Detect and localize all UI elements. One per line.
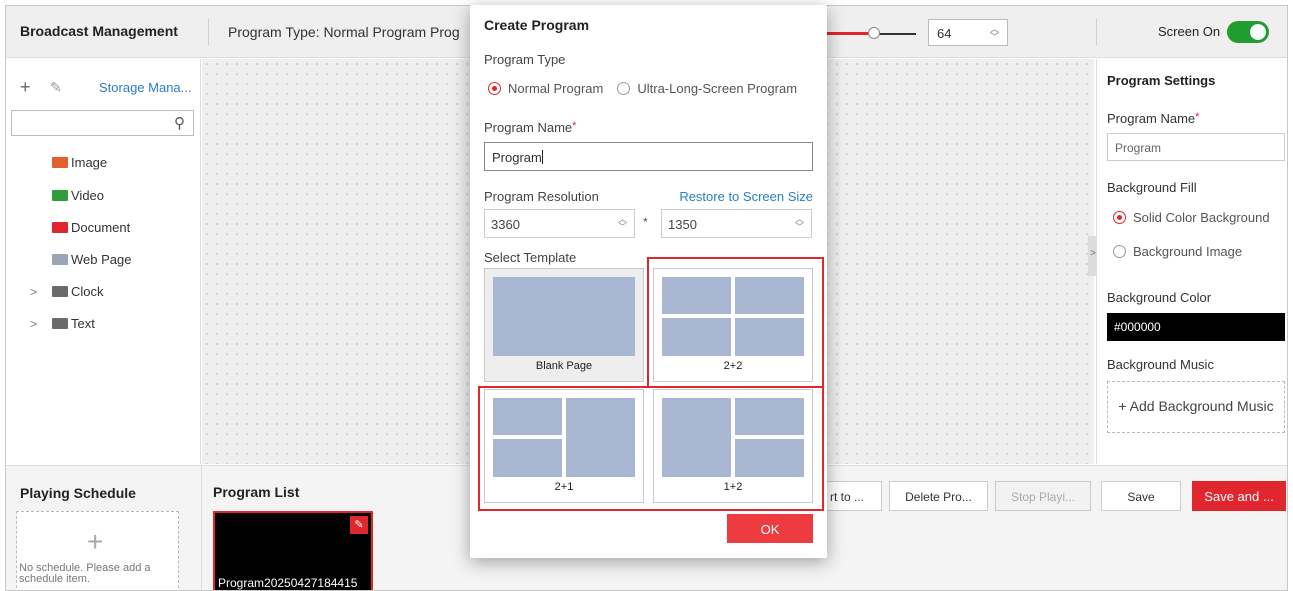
program-name-field[interactable]: Program: [1107, 133, 1285, 161]
divider: [201, 466, 202, 590]
web-page-icon: [52, 254, 68, 265]
template-cell: [493, 277, 635, 356]
highlight-box: [478, 386, 824, 511]
add-icon[interactable]: + ✎: [20, 77, 62, 98]
radio-checked-icon: [1113, 211, 1126, 224]
clock-icon: [52, 286, 68, 297]
background-fill-label: Background Fill: [1107, 180, 1197, 195]
sidebar-item-web-page[interactable]: Web Page: [52, 252, 131, 267]
program-type-label: Program Type: [484, 52, 566, 67]
ultra-long-program-radio[interactable]: [617, 82, 631, 95]
template-blank-page[interactable]: Blank Page: [484, 268, 644, 382]
background-color-label: Background Color: [1107, 290, 1212, 305]
program-list-title: Program List: [213, 484, 300, 500]
document-icon: [52, 222, 68, 233]
divider: [208, 18, 209, 46]
highlight-box: [647, 257, 824, 388]
chevron-right-icon[interactable]: >: [30, 317, 37, 331]
add-schedule-box[interactable]: + No schedule. Please add a schedule ite…: [16, 511, 179, 590]
select-template-label: Select Template: [484, 250, 577, 265]
height-stepper-icon[interactable]: ︿ ﹀: [795, 215, 804, 232]
volume-slider-handle[interactable]: [868, 27, 880, 39]
normal-program-radio[interactable]: [488, 82, 501, 95]
ok-button[interactable]: OK: [727, 514, 813, 543]
program-type-radio-group: Normal Program Ultra-Long-Screen Program: [488, 81, 797, 96]
program-thumbnail[interactable]: ✎ Program20250427184415: [213, 511, 373, 590]
plus-icon: +: [87, 526, 104, 557]
image-icon: [52, 157, 68, 168]
radio-label: Background Image: [1133, 244, 1243, 259]
playing-schedule-title: Playing Schedule: [20, 485, 136, 501]
settings-title: Program Settings: [1107, 73, 1216, 88]
sidebar-item-image[interactable]: Image: [52, 155, 107, 170]
volume-value: 64: [937, 26, 952, 41]
background-image-radio[interactable]: Background Image: [1113, 244, 1242, 259]
material-search-input[interactable]: ⚲: [11, 110, 194, 136]
video-icon: [52, 190, 68, 201]
page-title: Broadcast Management: [20, 23, 178, 39]
program-settings-panel: Program Settings Program Name* Program B…: [1096, 59, 1287, 464]
sidebar-item-label: Text: [71, 316, 95, 331]
program-type-text: Program Type: Normal Program Prog: [228, 24, 460, 40]
chevron-right-icon[interactable]: >: [30, 285, 37, 299]
sidebar-item-label: Clock: [71, 284, 104, 299]
add-background-music-button[interactable]: + Add Background Music: [1107, 381, 1285, 433]
program-thumbnail-name: Program20250427184415: [218, 576, 358, 590]
solid-color-radio[interactable]: Solid Color Background: [1113, 210, 1270, 225]
resolution-height-input[interactable]: 1350 ︿ ﹀: [661, 209, 812, 238]
width-value: 3360: [491, 217, 520, 232]
text-icon: [52, 318, 68, 329]
resolution-width-input[interactable]: 3360 ︿ ﹀: [484, 209, 635, 238]
template-label: Blank Page: [535, 360, 593, 372]
sidebar-item-clock[interactable]: Clock: [52, 284, 104, 299]
schedule-empty-text: No schedule. Please add a schedule item.: [19, 562, 151, 585]
resolution-separator: *: [643, 215, 648, 229]
sidebar-item-label: Web Page: [71, 252, 132, 267]
storage-management-link[interactable]: Storage Mana...: [99, 80, 192, 95]
edit-icon[interactable]: ✎: [350, 516, 368, 534]
save-and-button[interactable]: Save and ...: [1192, 481, 1286, 511]
search-icon[interactable]: ⚲: [174, 114, 185, 132]
dialog-title: Create Program: [484, 17, 590, 33]
width-stepper-icon[interactable]: ︿ ﹀: [618, 215, 627, 232]
material-sidebar: + ✎ Storage Mana... ⚲ Image Video Docume…: [6, 59, 201, 464]
program-name-label: Program Name*: [484, 120, 577, 135]
divider: [1096, 18, 1097, 46]
height-value: 1350: [668, 217, 697, 232]
radio-label: Solid Color Background: [1133, 210, 1270, 225]
restore-screen-size-link[interactable]: Restore to Screen Size: [679, 189, 813, 204]
stop-playing-button[interactable]: Stop Playi...: [995, 481, 1091, 511]
screen-on-toggle[interactable]: [1227, 21, 1269, 43]
radio-unchecked-icon: [1113, 245, 1126, 258]
sidebar-item-text[interactable]: Text: [52, 316, 95, 331]
edit-icon[interactable]: ✎: [50, 79, 62, 96]
sidebar-item-document[interactable]: Document: [52, 220, 130, 235]
volume-input[interactable]: 64 ︿ ﹀: [928, 19, 1008, 46]
program-name-value: Program: [492, 150, 542, 165]
program-name-label: Program Name*: [1107, 111, 1200, 126]
sidebar-item-label: Document: [71, 220, 131, 235]
background-color-field[interactable]: #000000: [1107, 313, 1285, 341]
sidebar-item-label: Image: [71, 155, 108, 170]
background-music-label: Background Music: [1107, 357, 1214, 372]
program-name-input[interactable]: Program: [484, 142, 813, 171]
screen-on-label: Screen On: [1158, 24, 1221, 39]
sidebar-item-video[interactable]: Video: [52, 188, 104, 203]
save-button[interactable]: Save: [1101, 481, 1181, 511]
volume-stepper-icon[interactable]: ︿ ﹀: [990, 25, 999, 42]
delete-program-button[interactable]: Delete Pro...: [889, 481, 988, 511]
normal-program-label[interactable]: Normal Program: [508, 81, 603, 96]
ultra-long-program-label[interactable]: Ultra-Long-Screen Program: [637, 81, 797, 96]
sidebar-item-label: Video: [71, 188, 105, 203]
program-resolution-label: Program Resolution: [484, 189, 599, 204]
